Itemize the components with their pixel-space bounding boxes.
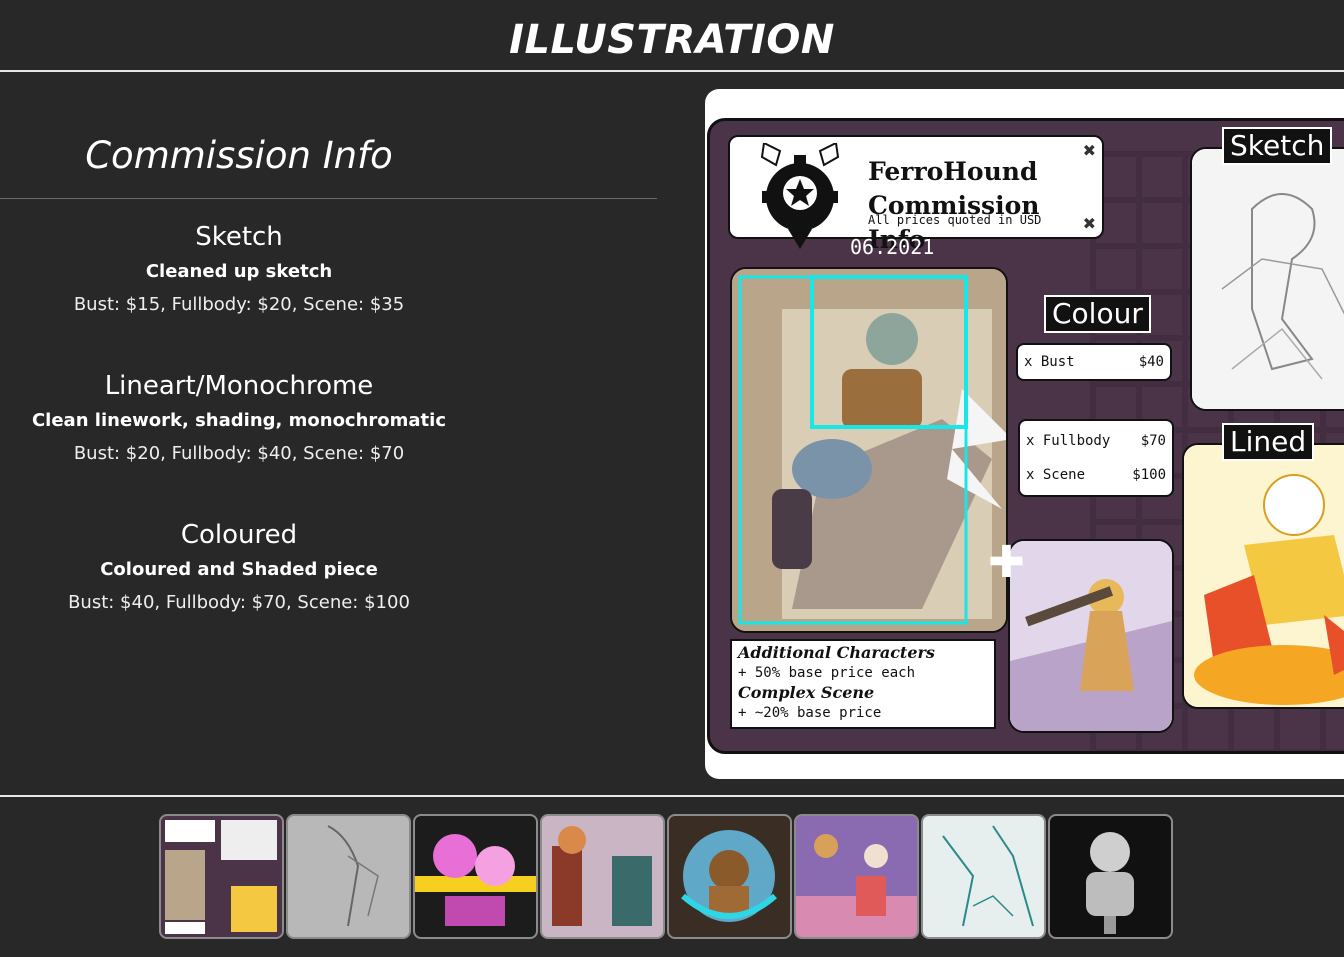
complex-scene-rule: + ~20% base price xyxy=(738,705,882,721)
thumbnail-teal-lineart[interactable] xyxy=(921,814,1046,939)
extra-pricing-box: Additional Characters + 50% base price e… xyxy=(730,639,996,729)
price-label: x Scene xyxy=(1026,467,1086,483)
additional-characters-rule: + 50% base price each xyxy=(738,665,916,681)
tier-sketch: Sketch Cleaned up sketch Bust: $15, Full… xyxy=(0,222,478,317)
lined-artwork xyxy=(1182,443,1344,709)
sheet-date: 06.2021 xyxy=(850,235,935,259)
thumbnail-warning-art[interactable] xyxy=(413,814,538,939)
tier-prices: Bust: $40, Fullbody: $70, Scene: $100 xyxy=(68,592,410,613)
price-value: $100 xyxy=(1132,467,1166,483)
sheet-brand-name: FerroHound xyxy=(868,157,1038,186)
gallery-divider xyxy=(0,795,1344,797)
tier-description: Cleaned up sketch xyxy=(145,261,333,282)
artwork-illustration xyxy=(732,269,1006,631)
gallery-thumbnails xyxy=(159,814,1173,939)
plus-icon: ✚ xyxy=(988,537,1025,588)
thumbnail-monochrome[interactable] xyxy=(1048,814,1173,939)
scene-illustration xyxy=(1010,541,1172,731)
tier-name: Coloured xyxy=(180,520,298,550)
commission-info-section: Commission Info Sketch Cleaned up sketch… xyxy=(0,128,657,613)
price-fullbody-scene: x Fullbody $70 x Scene $100 xyxy=(1018,419,1174,497)
sheet-currency-note: All prices quoted in USD xyxy=(868,213,1042,227)
tier-prices: Bust: $20, Fullbody: $40, Scene: $70 xyxy=(73,443,405,464)
tier-lineart: Lineart/Monochrome Clean linework, shadi… xyxy=(0,371,478,466)
x-deco-icon: ✖ xyxy=(1082,141,1096,160)
tier-name: Lineart/Monochrome xyxy=(104,371,374,401)
commission-sheet: FerroHound Commission Info All prices qu… xyxy=(707,118,1344,754)
thumbnail-group-scene[interactable] xyxy=(794,814,919,939)
tier-description: Clean linework, shading, monochromatic xyxy=(31,410,447,431)
thumbnail-characters[interactable] xyxy=(540,814,665,939)
tier-prices: Bust: $15, Fullbody: $20, Scene: $35 xyxy=(73,294,405,315)
page-title: ILLUSTRATION xyxy=(509,17,835,63)
tier-name: Sketch xyxy=(195,222,283,252)
label-sketch: Sketch xyxy=(1222,127,1333,165)
complex-scene-title: Complex Scene xyxy=(738,683,875,702)
thumbnail-badge-art[interactable] xyxy=(667,814,792,939)
price-value: $40 xyxy=(1138,354,1164,370)
thumbnail-sketch[interactable] xyxy=(286,814,411,939)
thumbnail-commission-sheet[interactable] xyxy=(159,814,284,939)
price-value: $70 xyxy=(1140,433,1166,449)
lined-illustration xyxy=(1184,445,1344,707)
additional-characters-title: Additional Characters xyxy=(738,643,935,662)
price-label: x Bust xyxy=(1024,354,1075,370)
section-divider xyxy=(0,198,657,199)
main-artwork xyxy=(730,267,1008,633)
gear-logo-icon xyxy=(760,143,840,249)
tier-coloured: Coloured Coloured and Shaded piece Bust:… xyxy=(0,520,478,615)
label-lined: Lined xyxy=(1222,423,1315,461)
tier-description: Coloured and Shaded piece xyxy=(100,559,378,580)
commission-sheet-image[interactable]: FerroHound Commission Info All prices qu… xyxy=(705,89,1344,779)
commission-info-title: Commission Info xyxy=(85,134,393,177)
scene-artwork xyxy=(1008,539,1174,733)
x-deco-icon: ✖ xyxy=(1082,214,1096,233)
sheet-header-box: FerroHound Commission Info All prices qu… xyxy=(728,135,1104,254)
price-bust: x Bust $40 xyxy=(1016,343,1172,381)
sketch-artwork xyxy=(1190,147,1344,411)
sketch-illustration xyxy=(1192,149,1344,409)
price-label: x Fullbody xyxy=(1026,433,1111,449)
page-header: ILLUSTRATION xyxy=(0,0,1344,72)
label-colour: Colour xyxy=(1044,295,1151,333)
